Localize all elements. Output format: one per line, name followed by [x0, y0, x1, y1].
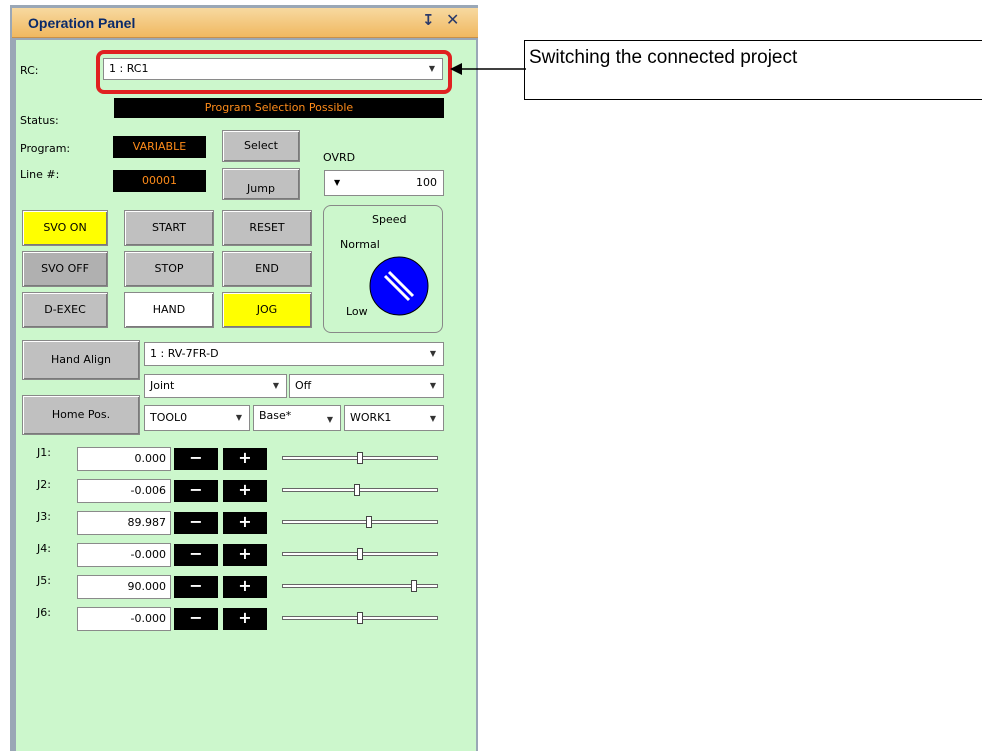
joint-value-field[interactable]: -0.000: [77, 607, 171, 631]
joint-value-field[interactable]: 90.000: [77, 575, 171, 599]
joint-label: J3:: [37, 510, 51, 523]
svo-off-button[interactable]: SVO OFF: [22, 251, 108, 287]
panel-title: Operation Panel: [28, 15, 136, 31]
jog-button[interactable]: JOG: [222, 292, 312, 328]
joint-slider-thumb[interactable]: [357, 612, 363, 624]
line-label: Line #:: [20, 168, 60, 181]
rc-label: RC:: [20, 64, 39, 77]
chevron-down-icon: ▼: [326, 415, 333, 424]
callout-box: Switching the connected project: [524, 40, 982, 100]
program-display: VARIABLE: [113, 136, 206, 158]
robot-select[interactable]: 1 : RV-7FR-D ▼: [144, 342, 444, 366]
d-exec-button[interactable]: D-EXEC: [22, 292, 108, 328]
select-button[interactable]: Select: [222, 130, 300, 162]
joint-slider-thumb[interactable]: [354, 484, 360, 496]
jog-minus-button[interactable]: −: [174, 448, 218, 470]
jog-plus-button[interactable]: +: [223, 448, 267, 470]
joint-value-field[interactable]: 0.000: [77, 447, 171, 471]
work-select[interactable]: WORK1 ▼: [344, 405, 444, 431]
jog-minus-button[interactable]: −: [174, 480, 218, 502]
joint-slider-track[interactable]: [282, 488, 438, 492]
jump-button[interactable]: Jump: [222, 168, 300, 200]
joint-label: J1:: [37, 446, 51, 459]
jog-plus-button[interactable]: +: [223, 576, 267, 598]
chevron-down-icon: ▼: [272, 381, 279, 390]
jog-plus-button[interactable]: +: [223, 512, 267, 534]
pin-icon[interactable]: ↧: [422, 11, 435, 29]
jog-minus-button[interactable]: −: [174, 512, 218, 534]
work-select-value: WORK1: [350, 411, 392, 424]
status-label: Status:: [20, 114, 59, 127]
close-icon[interactable]: ✕: [446, 10, 459, 29]
joint-value-field[interactable]: -0.000: [77, 543, 171, 567]
speed-low-label: Low: [346, 305, 368, 318]
start-button[interactable]: START: [124, 210, 214, 246]
joint-slider-thumb[interactable]: [357, 548, 363, 560]
status-display: Program Selection Possible: [114, 98, 444, 118]
svo-on-button[interactable]: SVO ON: [22, 210, 108, 246]
hand-align-button[interactable]: Hand Align: [22, 340, 140, 380]
highlight-frame: [96, 50, 452, 94]
jog-mode-select[interactable]: Joint ▼: [144, 374, 287, 398]
jog-plus-button[interactable]: +: [223, 480, 267, 502]
joint-label: J4:: [37, 542, 51, 555]
chevron-down-icon: ▼: [429, 349, 436, 358]
reset-button[interactable]: RESET: [222, 210, 312, 246]
stop-button[interactable]: STOP: [124, 251, 214, 287]
joint-slider-thumb[interactable]: [411, 580, 417, 592]
ovrd-label: OVRD: [323, 151, 356, 164]
joint-value-field[interactable]: -0.006: [77, 479, 171, 503]
robot-select-value: 1 : RV-7FR-D: [150, 347, 219, 360]
hand-button[interactable]: HAND: [124, 292, 214, 328]
jog-option-value: Off: [295, 379, 312, 392]
ovrd-value: 100: [416, 176, 437, 189]
joint-label: J5:: [37, 574, 51, 587]
joint-label: J6:: [37, 606, 51, 619]
callout-text: Switching the connected project: [529, 47, 798, 68]
ovrd-select[interactable]: ▼ 100: [324, 170, 444, 196]
end-button[interactable]: END: [222, 251, 312, 287]
jog-option-select[interactable]: Off ▼: [289, 374, 444, 398]
speed-title: Speed: [372, 213, 407, 226]
chevron-down-icon: ▼: [235, 413, 242, 422]
joint-slider-track[interactable]: [282, 520, 438, 524]
chevron-down-icon: ▼: [429, 381, 436, 390]
chevron-down-icon: ▼: [429, 414, 436, 423]
joint-label: J2:: [37, 478, 51, 491]
jog-mode-value: Joint: [150, 379, 175, 392]
joint-slider-thumb[interactable]: [357, 452, 363, 464]
line-display: 00001: [113, 170, 206, 192]
jog-minus-button[interactable]: −: [174, 544, 218, 566]
jog-plus-button[interactable]: +: [223, 544, 267, 566]
jog-minus-button[interactable]: −: [174, 576, 218, 598]
home-pos-button[interactable]: Home Pos.: [22, 395, 140, 435]
callout-arrow: [450, 63, 526, 75]
program-label: Program:: [20, 142, 71, 155]
joint-slider-thumb[interactable]: [366, 516, 372, 528]
speed-knob[interactable]: [368, 255, 432, 319]
base-select-value: Base*: [259, 409, 292, 422]
tool-select-value: TOOL0: [150, 411, 188, 424]
speed-normal-label: Normal: [340, 238, 380, 251]
jog-plus-button[interactable]: +: [223, 608, 267, 630]
jog-minus-button[interactable]: −: [174, 608, 218, 630]
joint-value-field[interactable]: 89.987: [77, 511, 171, 535]
tool-select[interactable]: TOOL0 ▼: [144, 405, 250, 431]
chevron-down-icon: ▼: [334, 178, 341, 187]
base-select[interactable]: Base* ▼: [253, 405, 341, 431]
